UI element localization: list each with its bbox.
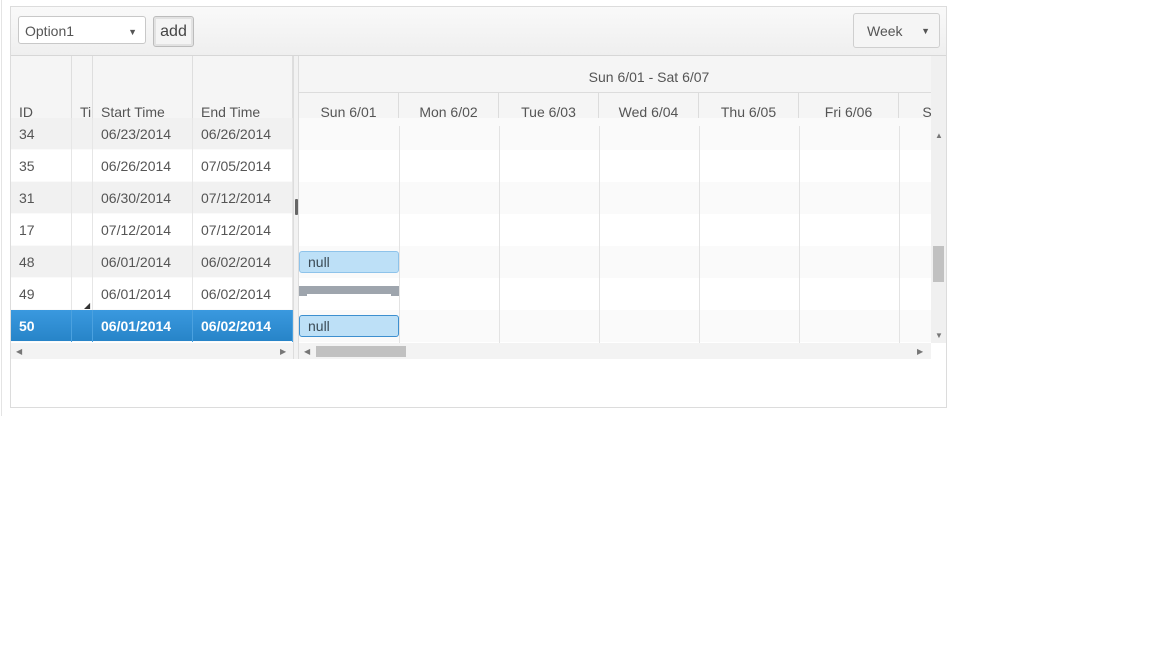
cell-start: 06/01/2014 (93, 246, 193, 278)
column-header-title[interactable]: Ti (72, 56, 93, 126)
cell-title (72, 246, 93, 278)
view-dropdown[interactable]: Week ▼ (853, 13, 940, 48)
cell-title (72, 182, 93, 214)
option-dropdown[interactable]: Option1 ▼ (18, 16, 146, 44)
table-row[interactable]: 49 ◢ 06/01/2014 06/02/2014 (11, 278, 293, 310)
horizontal-scroll-thumb[interactable] (316, 346, 406, 357)
cell-id: 31 (11, 182, 72, 214)
cell-start: 06/01/2014 (93, 310, 193, 342)
task-bar-selected[interactable]: null (299, 315, 399, 337)
scroll-right-icon[interactable]: ▶ (917, 347, 923, 356)
cell-end: 06/02/2014 (193, 246, 293, 278)
timeline-row (299, 118, 931, 150)
column-header-start-time[interactable]: Start Time (93, 56, 193, 126)
cell-start: 06/23/2014 (93, 118, 193, 150)
cell-start: 06/01/2014 (93, 278, 193, 310)
cell-title (72, 118, 93, 150)
cell-title: ◢ (72, 278, 93, 310)
cell-title (72, 150, 93, 182)
cell-id: 35 (11, 150, 72, 182)
day-gridline (399, 126, 400, 343)
vertical-scroll-thumb[interactable] (933, 246, 944, 282)
task-list-header: ID Ti Start Time End Time (11, 56, 293, 127)
cell-start: 06/30/2014 (93, 182, 193, 214)
timeline-header: Sun 6/01 - Sat 6/07 Sun 6/01 Mon 6/02 Tu… (299, 56, 946, 127)
cell-start: 06/26/2014 (93, 150, 193, 182)
column-header-end-time[interactable]: End Time (193, 56, 293, 126)
view-dropdown-value: Week (867, 23, 903, 39)
table-row[interactable]: 34 06/23/2014 06/26/2014 (11, 118, 293, 150)
cell-end: 06/26/2014 (193, 118, 293, 150)
cell-end: 06/02/2014 (193, 278, 293, 310)
table-row[interactable]: 48 06/01/2014 06/02/2014 (11, 246, 293, 278)
expand-triangle-icon[interactable]: ◢ (84, 290, 90, 310)
column-header-id[interactable]: ID (11, 56, 72, 126)
cell-id: 49 (11, 278, 72, 310)
timeline-row (299, 150, 931, 182)
table-row-selected[interactable]: 50 06/01/2014 06/02/2014 (11, 310, 293, 342)
chevron-down-icon: ▼ (128, 27, 137, 37)
table-row[interactable]: 17 07/12/2014 07/12/2014 (11, 214, 293, 246)
day-gridline (699, 126, 700, 343)
table-row[interactable]: 35 06/26/2014 07/05/2014 (11, 150, 293, 182)
option-dropdown-value: Option1 (25, 23, 75, 39)
add-button[interactable]: add (153, 16, 194, 47)
day-gridline (499, 126, 500, 343)
scroll-up-icon[interactable]: ▲ (935, 131, 943, 140)
cell-id: 50 (11, 310, 72, 342)
cell-end: 07/12/2014 (193, 182, 293, 214)
timeline-vertical-scrollbar[interactable]: ▲ ▼ (931, 56, 946, 343)
cell-title (72, 310, 93, 342)
day-gridline (899, 126, 900, 343)
cell-end: 07/05/2014 (193, 150, 293, 182)
gantt-widget: Option1 ▼ add Week ▼ ID Ti Start Time En… (10, 6, 947, 408)
task-list-horizontal-scrollbar[interactable]: ◀ ▶ (11, 343, 293, 359)
cell-id: 48 (11, 246, 72, 278)
summary-task-notch (307, 294, 391, 296)
timeline-body: null null (299, 118, 931, 343)
timeline-row (299, 182, 931, 214)
timeline-horizontal-scrollbar[interactable]: ◀ ▶ (299, 343, 931, 359)
cell-end: 07/12/2014 (193, 214, 293, 246)
day-gridline (799, 126, 800, 343)
scroll-left-icon[interactable]: ◀ (16, 347, 22, 356)
gantt-timeline: Sun 6/01 - Sat 6/07 Sun 6/01 Mon 6/02 Tu… (299, 56, 946, 359)
page-left-border (0, 0, 2, 416)
cell-title (72, 214, 93, 246)
splitter-handle[interactable] (295, 199, 298, 215)
gantt-toolbar: Option1 ▼ add Week ▼ (11, 7, 946, 56)
timeline-row (299, 214, 931, 246)
day-gridline (599, 126, 600, 343)
gantt-task-list: ID Ti Start Time End Time 34 06/23/2014 … (11, 56, 293, 359)
task-bar[interactable]: null (299, 251, 399, 273)
cell-end: 06/02/2014 (193, 310, 293, 342)
scroll-down-icon[interactable]: ▼ (935, 331, 943, 340)
cell-id: 34 (11, 118, 72, 150)
table-row[interactable]: 31 06/30/2014 07/12/2014 (11, 182, 293, 214)
scroll-left-icon[interactable]: ◀ (304, 347, 310, 356)
scroll-right-icon[interactable]: ▶ (280, 347, 286, 356)
chevron-down-icon: ▼ (921, 26, 930, 36)
cell-id: 17 (11, 214, 72, 246)
week-range-label: Sun 6/01 - Sat 6/07 (299, 56, 946, 93)
cell-start: 07/12/2014 (93, 214, 193, 246)
